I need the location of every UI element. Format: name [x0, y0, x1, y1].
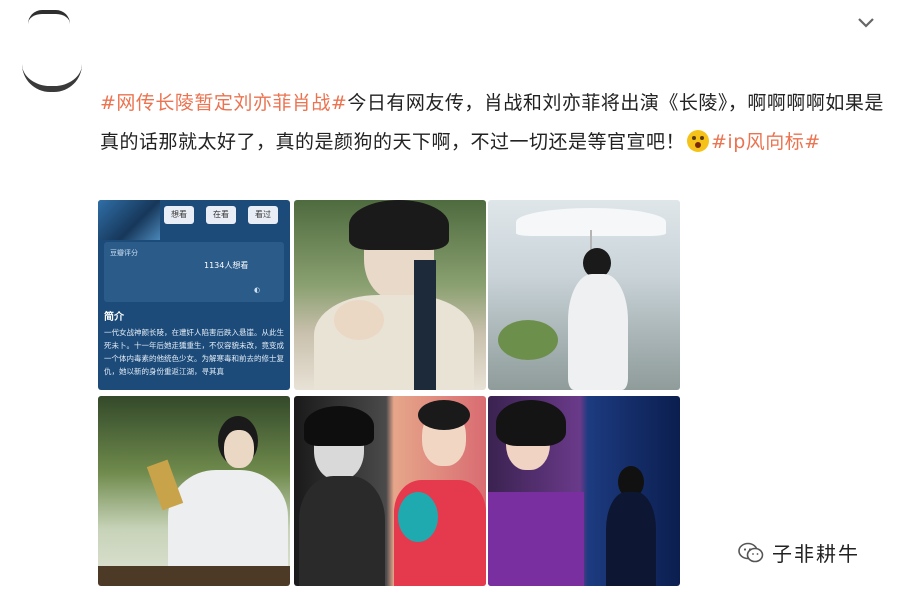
- wechat-icon: [738, 542, 764, 562]
- avatar[interactable]: [28, 10, 70, 24]
- share-icon[interactable]: ◐: [254, 286, 260, 294]
- actor-umbrella-photo[interactable]: [488, 200, 680, 390]
- actor-closeup-photo[interactable]: [294, 200, 486, 390]
- score-label: 豆瓣评分: [110, 249, 138, 257]
- intro-text: 一代女战神颜长陵，在遭奸人陷害后跌入悬崖。从此生死未卜。十一年后她走獯重生，不仅…: [104, 328, 284, 376]
- watched-button[interactable]: 看过: [248, 206, 278, 224]
- chevron-down-icon[interactable]: [856, 12, 876, 32]
- actor-bamboo-scroll-photo[interactable]: [98, 396, 290, 586]
- avatar-outline: [22, 64, 82, 92]
- intro-heading: 简介: [104, 312, 124, 323]
- want-count: 1134人想看: [204, 261, 249, 270]
- hashtag-link[interactable]: #网传长陵暂定刘亦菲肖战#: [100, 92, 347, 114]
- hashtag-link[interactable]: #ip风向标#: [711, 131, 821, 153]
- want-button[interactable]: 想看: [164, 206, 194, 224]
- scream-emoji-icon: [687, 130, 710, 152]
- image-grid: 想看 在看 看过 豆瓣评分 1134人想看 ◐ 简介 一代女战神颜长陵，在遭奸人…: [98, 200, 680, 586]
- watching-button[interactable]: 在看: [206, 206, 236, 224]
- post-text: #网传长陵暂定刘亦菲肖战#今日有网友传，肖战和刘亦菲将出演《长陵》，啊啊啊啊如果…: [100, 84, 890, 162]
- actress-collage-photo-2[interactable]: [488, 396, 680, 586]
- brand-name: 子非耕牛: [772, 542, 860, 566]
- rating-panel: 豆瓣评分 1134人想看 ◐: [104, 242, 284, 302]
- actress-collage-photo-1[interactable]: [294, 396, 486, 586]
- drama-info-card[interactable]: 想看 在看 看过 豆瓣评分 1134人想看 ◐ 简介 一代女战神颜长陵，在遭奸人…: [98, 200, 290, 390]
- brand-watermark: 子非耕牛: [738, 538, 860, 567]
- poster-thumbnail: [98, 200, 160, 240]
